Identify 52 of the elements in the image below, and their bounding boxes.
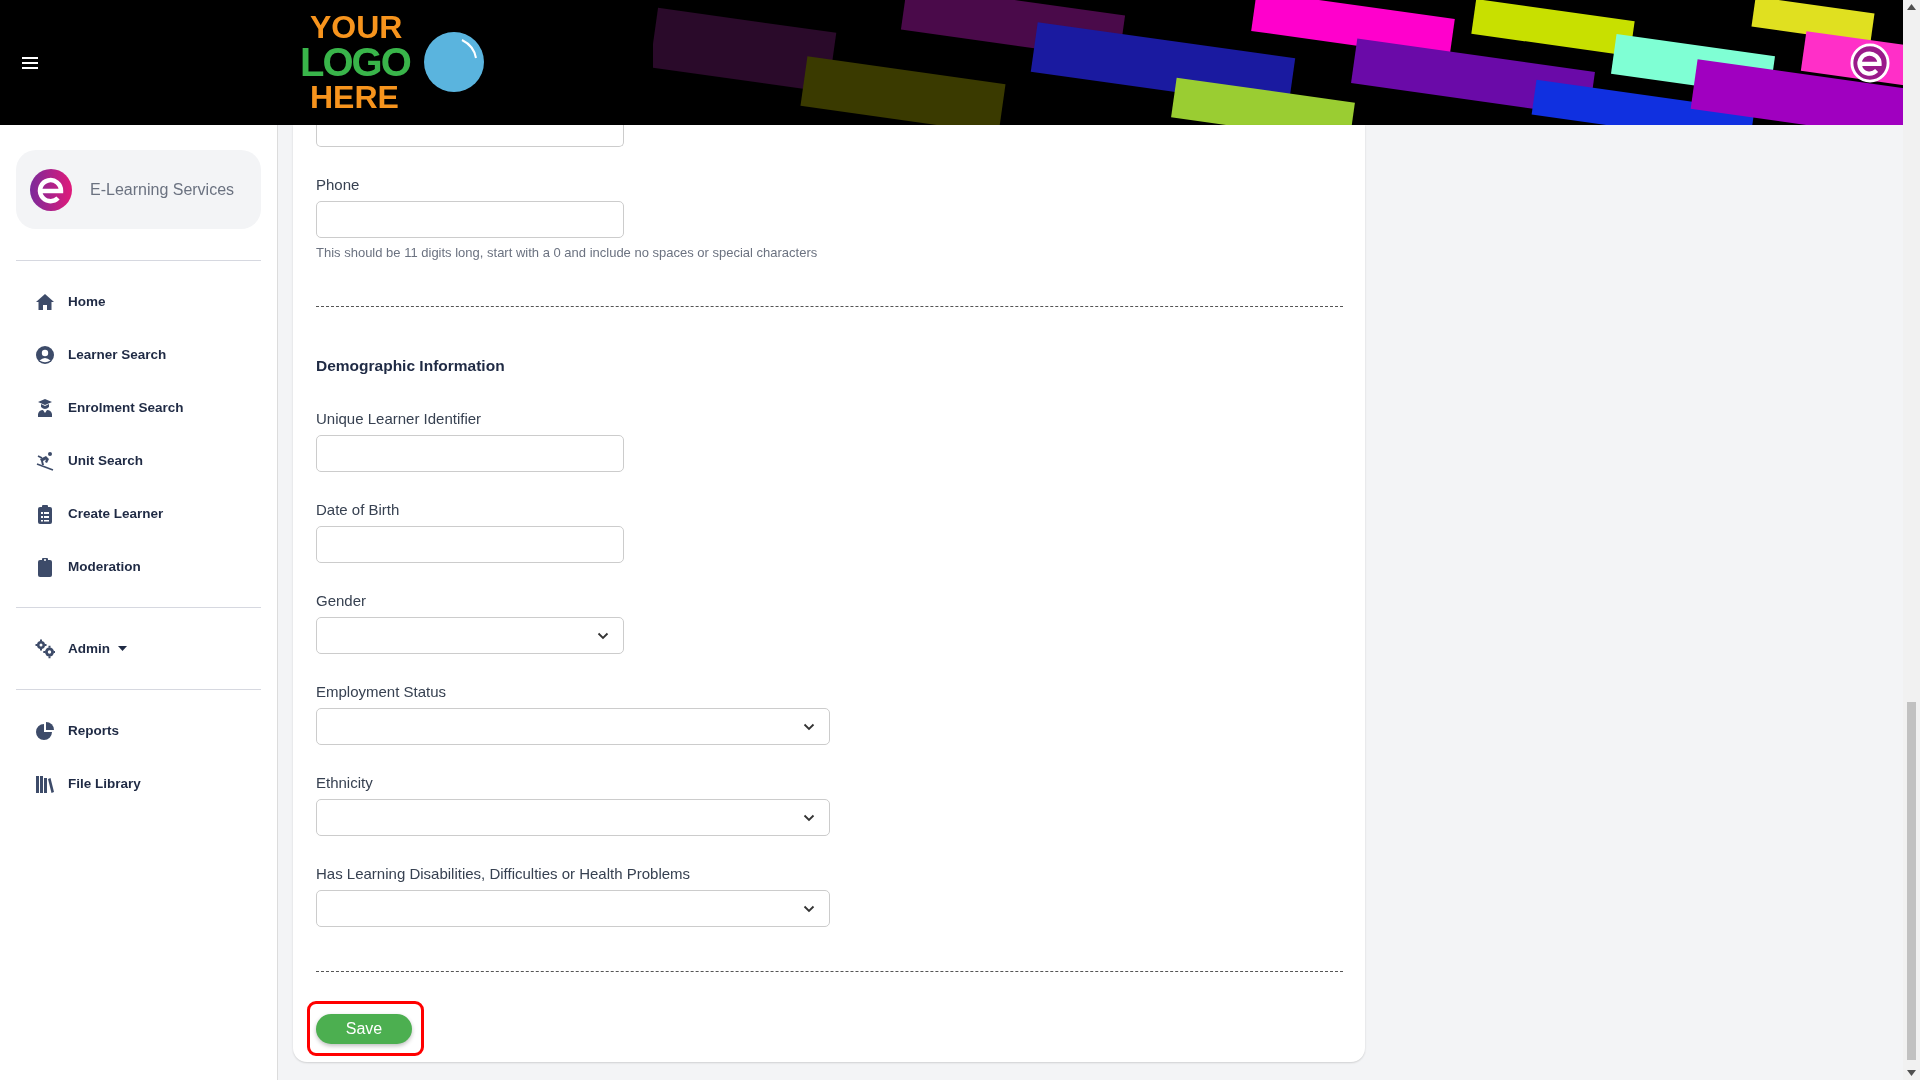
scroll-down-icon[interactable] (1907, 1070, 1916, 1076)
nav-item[interactable]: Learner Search (16, 328, 261, 381)
nav-item[interactable]: Moderation (16, 540, 261, 593)
dropdown-field[interactable] (316, 617, 624, 654)
dropdown-field[interactable] (316, 799, 830, 836)
scrollbar[interactable] (1903, 0, 1920, 1080)
books-icon (35, 773, 55, 794)
field-label: Ethnicity (316, 774, 374, 791)
user-icon (35, 344, 55, 365)
field-label: Date of Birth (316, 501, 401, 518)
nav-item[interactable]: File Library (16, 757, 261, 810)
field-label: Unique Learner Identifier (316, 410, 483, 427)
e-logo-icon[interactable] (1850, 43, 1890, 83)
skier-icon (35, 450, 55, 471)
graduate-icon (35, 397, 55, 418)
input-field[interactable] (316, 201, 624, 238)
gears-icon (35, 638, 55, 659)
input-field[interactable] (316, 125, 624, 147)
nav-item[interactable]: Admin (16, 622, 261, 675)
scrollbar-thumb[interactable] (1907, 702, 1916, 1060)
nav-item[interactable]: Create Learner (16, 487, 261, 540)
dropdown-field[interactable] (316, 890, 830, 927)
chevron-down-icon (803, 904, 815, 913)
field-label: Has Learning Disabilities, Difficulties or Health Problems (316, 865, 692, 882)
section-title: Demographic Information (316, 357, 506, 375)
field-label: Gender (316, 592, 368, 609)
field-label: Phone (316, 176, 361, 193)
nav-item[interactable]: Reports (16, 704, 261, 757)
clipboard-list-icon (35, 503, 55, 524)
pie-icon (35, 720, 55, 741)
chevron-down-icon (803, 722, 815, 731)
nav-item[interactable]: Unit Search (16, 434, 261, 487)
nav-item[interactable]: Home (16, 275, 261, 328)
sphere-icon (424, 31, 484, 92)
input-field[interactable] (316, 526, 624, 563)
clipboard-icon (35, 556, 55, 577)
menu-icon[interactable] (22, 55, 38, 70)
e-logo-icon (30, 168, 72, 211)
brand-card[interactable]: E-Learning Services (16, 150, 261, 229)
field-hint: This should be 11 digits long, start with a 0 and include no spaces or special characters (316, 245, 819, 260)
nav-item[interactable]: Enrolment Search (16, 381, 261, 434)
dropdown-field[interactable] (316, 708, 830, 745)
brand-name: E-Learning Services (90, 180, 235, 199)
logo-text: HERE (309, 82, 400, 114)
scroll-up-icon[interactable] (1907, 4, 1916, 10)
logo-text: LOGO (300, 42, 410, 83)
chevron-down-icon (803, 813, 815, 822)
logo-text: YOUR (309, 11, 404, 43)
input-field[interactable] (316, 435, 624, 472)
field-label: Employment Status (316, 683, 448, 700)
chevron-down-icon (597, 631, 609, 640)
home-icon (35, 291, 55, 312)
